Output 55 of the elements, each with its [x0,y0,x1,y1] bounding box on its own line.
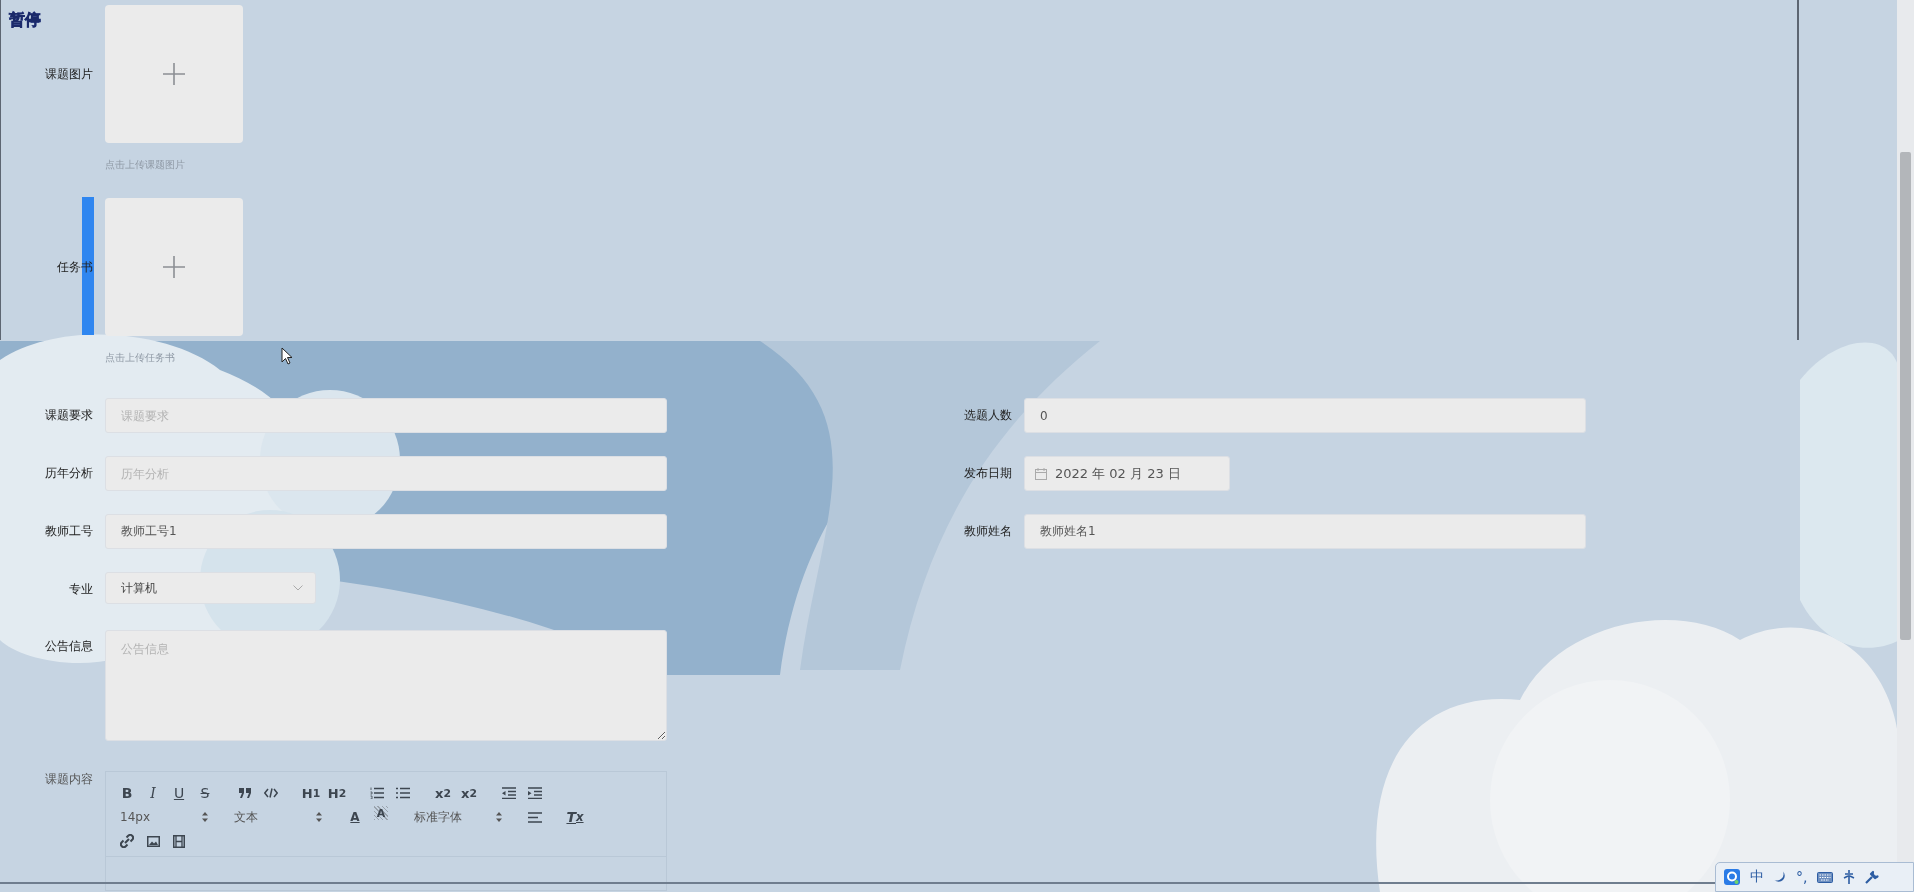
background-color-button[interactable]: A [374,806,388,820]
cursor-icon [281,347,293,365]
field-label: 教师工号 [44,523,93,540]
updown-arrow-icon [496,812,502,822]
ime-logo-icon[interactable] [1724,869,1740,885]
moon-icon[interactable] [1774,870,1786,884]
bold-button[interactable]: B [114,782,140,804]
field-label: 教师姓名 [963,523,1012,540]
image-icon[interactable] [146,835,160,847]
quote-icon[interactable] [238,787,252,799]
plus-icon [163,63,185,85]
film-icon[interactable] [173,834,185,848]
indent-icon[interactable] [528,787,542,799]
numbered-list-icon[interactable] [370,787,384,799]
status-label: 暂停 [9,10,41,31]
format-dropdown[interactable]: 文本 [228,806,328,828]
input-field[interactable]: 0 [1024,398,1586,433]
bullet-list-icon[interactable] [396,787,410,799]
field-label: 选题人数 [963,407,1012,424]
date-value: 2022 年 02 月 23 日 [1055,464,1181,483]
input-field[interactable]: 教师工号1 [105,514,667,549]
field-label: 课题图片 [45,65,93,83]
updown-arrow-icon [202,812,208,822]
wrench-icon[interactable] [1865,870,1880,884]
field-label: 课题要求 [44,407,93,424]
toolbox-icon[interactable] [1843,870,1856,884]
field-label: 专业 [68,581,93,598]
scrollbar-thumb[interactable] [1900,152,1911,640]
strikethrough-button[interactable]: S [192,782,218,804]
underline-button[interactable]: U [166,782,192,804]
field-label: 公告信息 [44,638,93,655]
code-icon[interactable] [264,788,278,798]
field-label: 历年分析 [44,465,93,482]
plus-icon [163,256,185,278]
font-color-button[interactable]: A [342,806,368,828]
align-left-icon[interactable] [528,811,542,823]
format-dropdown[interactable]: 14px [114,806,214,828]
select-value: 计算机 [121,579,157,597]
ime-button[interactable]: 中 [1750,868,1764,886]
ime-button[interactable]: °, [1796,869,1808,885]
chevron-down-icon [293,585,303,591]
outdent-icon[interactable] [502,787,516,799]
updown-arrow-icon [316,812,322,822]
keyboard-icon[interactable] [1817,871,1834,883]
link-icon[interactable] [120,834,134,848]
calendar-icon [1035,467,1047,480]
field-label: 发布日期 [963,465,1012,482]
italic-button[interactable]: I [140,782,166,804]
format-dropdown[interactable]: 标准字体 [408,806,508,828]
date-field[interactable]: 2022 年 02 月 23 日 [1024,456,1230,491]
input-field[interactable]: 教师姓名1 [1024,514,1586,549]
ime-toolbar[interactable]: 中 °, [1715,862,1914,892]
field-label: 课题内容 [44,771,93,788]
upload-hint: 点击上传任务书 [105,351,176,365]
select-field[interactable]: 计算机 [105,572,316,604]
